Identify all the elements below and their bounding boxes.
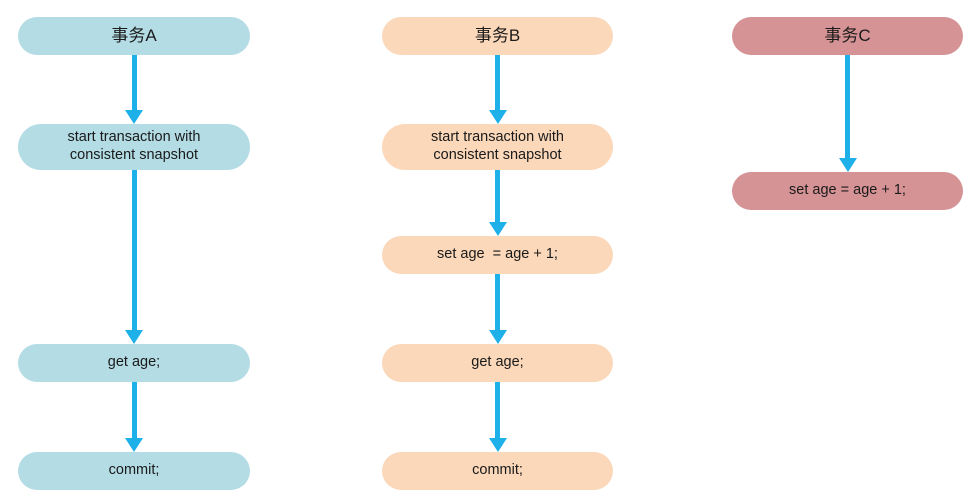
flow-arrow-head-icon [125, 110, 143, 124]
flow-connector-line [495, 55, 500, 112]
lane-a-step-commit: commit; [18, 452, 250, 490]
flow-arrow-head-icon [125, 438, 143, 452]
lane-a-title: 事务A [18, 17, 250, 55]
lane-b-step-get-age: get age; [382, 344, 613, 382]
flow-connector-line [131, 170, 137, 332]
lane-b-step-start-transaction: start transaction with consistent snapsh… [382, 124, 613, 170]
lane-b-step-commit: commit; [382, 452, 613, 490]
flow-connector-line [495, 274, 500, 332]
diagram-canvas: 事务A start transaction with consistent sn… [0, 0, 972, 502]
flow-arrow-head-icon [838, 158, 857, 172]
lane-b-step-set-age: set age = age + 1; [382, 236, 613, 274]
flow-arrow-head-icon [125, 330, 143, 344]
flow-connector-line [131, 382, 137, 440]
lane-c-title: 事务C [732, 17, 963, 55]
flow-connector-line [845, 55, 850, 160]
lane-a-step-get-age: get age; [18, 344, 250, 382]
lane-b-title: 事务B [382, 17, 613, 55]
flow-connector-line [131, 55, 137, 112]
flow-connector-line [495, 170, 500, 224]
flow-connector-line [495, 382, 500, 440]
lane-a-step-start-transaction: start transaction with consistent snapsh… [18, 124, 250, 170]
flow-arrow-head-icon [488, 330, 507, 344]
flow-arrow-head-icon [488, 222, 507, 236]
lane-c-step-set-age: set age = age + 1; [732, 172, 963, 210]
flow-arrow-head-icon [488, 438, 507, 452]
flow-arrow-head-icon [488, 110, 507, 124]
